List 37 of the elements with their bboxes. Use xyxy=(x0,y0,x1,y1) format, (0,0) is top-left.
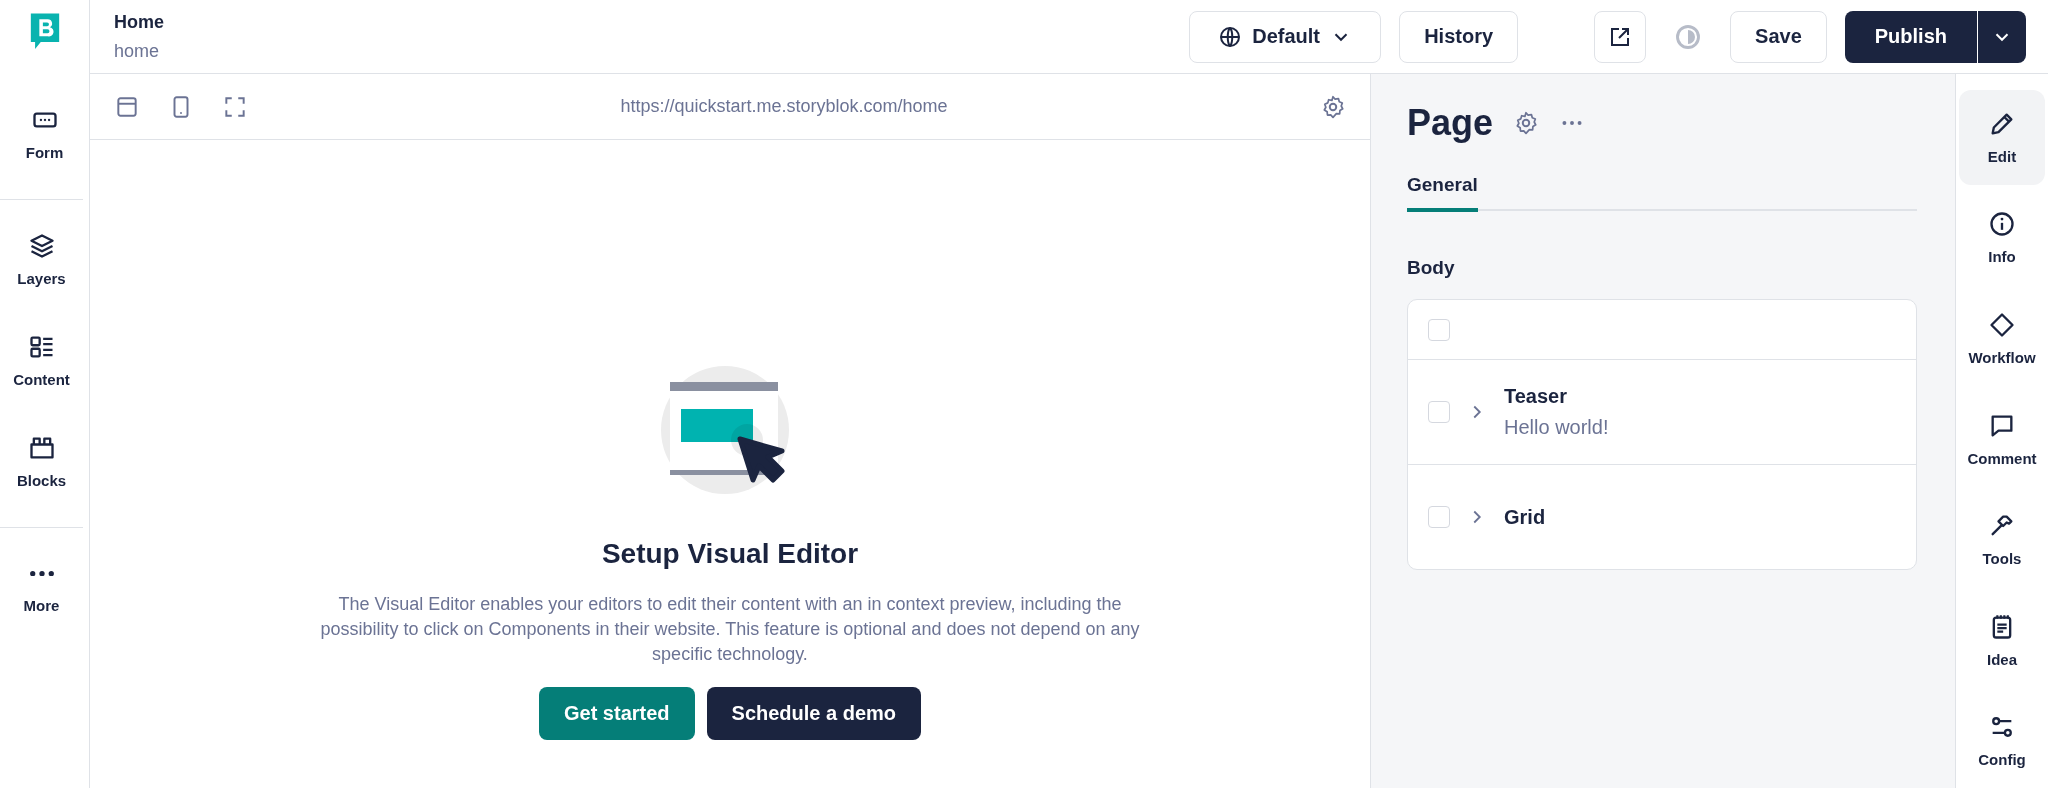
block-title: Teaser xyxy=(1504,385,1568,408)
rail-item[interactable]: Edit xyxy=(1959,90,2045,185)
save-button[interactable]: Save xyxy=(1730,10,1827,63)
block-checkbox[interactable] xyxy=(1428,401,1450,423)
sidebar-item[interactable]: Blocks xyxy=(0,414,83,515)
diamond-icon xyxy=(1988,310,2016,339)
rail-item[interactable]: Info xyxy=(1959,190,2045,286)
info-icon xyxy=(1988,210,2016,239)
rail-item[interactable]: Idea xyxy=(1959,592,2045,688)
schedule-demo-button[interactable]: Schedule a demo xyxy=(706,687,922,740)
sidebar-item[interactable]: More xyxy=(0,540,83,641)
select-all-checkbox[interactable] xyxy=(1428,318,1450,341)
rail-item[interactable]: Workflow xyxy=(1959,291,2045,386)
page-title: Home xyxy=(114,11,164,33)
layers-icon xyxy=(27,232,56,260)
get-started-button[interactable]: Get started xyxy=(538,687,695,740)
more-icon xyxy=(29,571,54,577)
preview-url[interactable]: https://quickstart.me.storyblok.com/home xyxy=(248,96,1320,117)
open-external-button[interactable] xyxy=(1594,10,1647,63)
history-button[interactable]: History xyxy=(1399,10,1519,63)
panel-title: Page xyxy=(1407,102,1494,144)
block-checkbox[interactable] xyxy=(1428,506,1450,528)
block-title: Grid xyxy=(1504,505,1546,529)
sidebar-item[interactable]: Content xyxy=(0,313,83,414)
panel-tab[interactable]: General xyxy=(1407,168,1478,212)
page-slug: home xyxy=(114,40,161,62)
block-subtitle: Hello world! xyxy=(1504,416,1609,439)
sidebar-item[interactable]: Form xyxy=(0,86,89,187)
empty-state-description: The Visual Editor enables your editors to edit their content with an in context preview, including the possibility to click on Components in their website. This feature is optional and does not depend on any specific technology. xyxy=(319,593,1141,666)
globe-icon xyxy=(1218,24,1243,49)
rail-item[interactable]: Tools xyxy=(1959,492,2045,587)
rail-item[interactable]: Comment xyxy=(1959,391,2045,487)
field-label: Body xyxy=(1407,257,1456,279)
rail-item[interactable]: Config xyxy=(1959,693,2045,788)
sidebar-item[interactable]: Layers xyxy=(0,212,83,313)
language-dropdown[interactable]: Default xyxy=(1189,10,1382,63)
empty-state-title: Setup Visual Editor xyxy=(601,538,859,570)
